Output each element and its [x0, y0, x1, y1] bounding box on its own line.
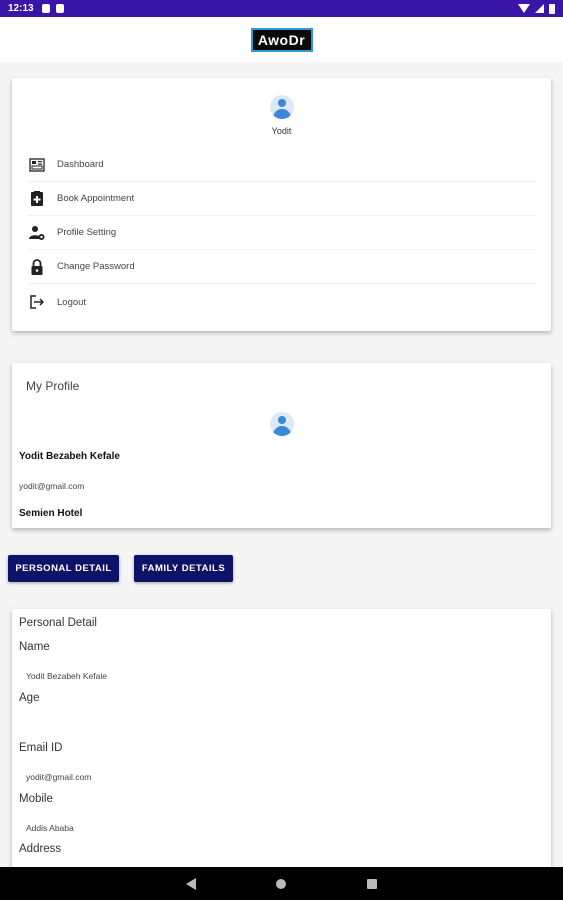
menu-item-label: Dashboard: [57, 159, 104, 170]
book-appointment-icon: [28, 190, 46, 208]
age-label: Age: [19, 692, 40, 704]
email-value[interactable]: yodit@gmail.com: [26, 772, 91, 782]
profile-company: Semien Hotel: [19, 508, 83, 519]
status-time: 12:13: [8, 3, 34, 14]
profile-avatar-icon: [270, 412, 294, 436]
menu-item-book-appointment[interactable]: Book Appointment: [28, 182, 536, 216]
status-bar: 12:13: [0, 0, 563, 17]
personal-detail-button[interactable]: PERSONAL DETAIL: [8, 555, 119, 582]
battery-icon: [549, 3, 555, 14]
logout-icon: [28, 293, 46, 311]
mobile-label: Mobile: [19, 793, 53, 805]
menu-item-change-password[interactable]: Change Password: [28, 250, 536, 284]
name-value[interactable]: Yodit Bezabeh Kefale: [26, 671, 107, 681]
menu-item-label: Logout: [57, 296, 87, 308]
address-label: Address: [19, 843, 62, 855]
user-avatar-icon: [270, 95, 294, 119]
notification-icon: [41, 4, 50, 13]
menu-item-label: Change Password: [57, 261, 135, 272]
menu-item-profile-setting[interactable]: Profile Setting: [28, 216, 536, 250]
personal-detail-card: [12, 609, 551, 879]
app-logo: AwoDr: [250, 27, 313, 52]
dashboard-icon: [28, 156, 46, 174]
menu-item-label: Book Appointment: [57, 193, 135, 204]
profile-title: My Profile: [26, 379, 80, 393]
email-label: Email ID: [19, 742, 63, 754]
back-icon[interactable]: [186, 878, 196, 890]
app-bar: AwoDr: [0, 17, 563, 62]
profile-setting-icon: [28, 224, 46, 242]
sd-card-icon: [55, 4, 64, 13]
profile-card: [12, 363, 551, 528]
menu-user-name: Yodit: [271, 126, 292, 136]
family-details-button[interactable]: FAMILY DETAILS: [134, 555, 233, 582]
profile-email: yodit@gmail.com: [19, 481, 85, 491]
logo-text: AwoDr: [257, 31, 306, 48]
mobile-value[interactable]: Addis Ababa: [26, 823, 74, 833]
menu-item-label: Profile Setting: [57, 227, 117, 238]
name-label: Name: [19, 641, 50, 653]
menu-item-logout[interactable]: Logout: [28, 285, 536, 319]
menu-item-dashboard[interactable]: Dashboard: [28, 148, 536, 182]
wifi-icon: [518, 4, 530, 13]
home-icon[interactable]: [276, 879, 286, 889]
recent-apps-icon[interactable]: [367, 879, 377, 889]
lock-icon: [28, 258, 46, 276]
profile-full-name: Yodit Bezabeh Kefale: [19, 451, 120, 462]
personal-detail-title: Personal Detail: [19, 617, 97, 629]
signal-icon: [535, 4, 544, 13]
